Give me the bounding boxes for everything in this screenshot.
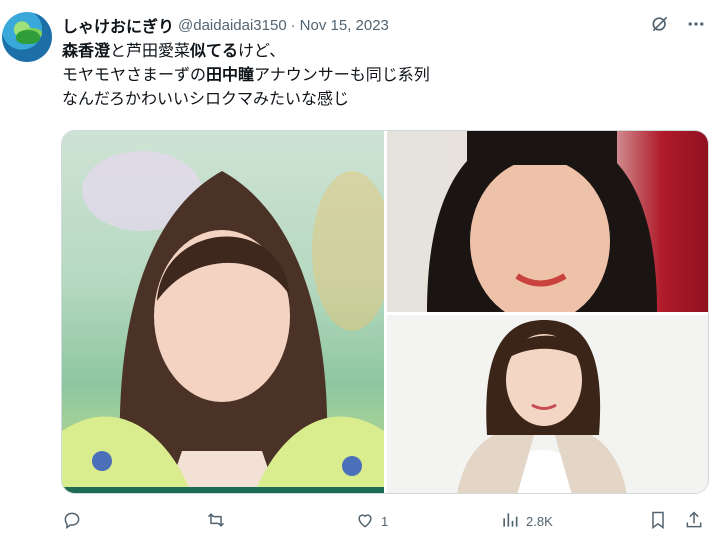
heart-icon (355, 510, 375, 533)
like-button[interactable]: 1 (355, 510, 388, 533)
views-icon (500, 510, 520, 533)
post-text-line-3: なんだろかわいいシロクマみたいな感じ (62, 88, 702, 112)
post-text-segment: けど、 (238, 43, 286, 60)
reply-icon (62, 510, 82, 533)
photo-bottom-right[interactable] (387, 315, 708, 493)
repost-button[interactable] (206, 510, 232, 533)
like-count: 1 (381, 514, 389, 529)
post-text-segment[interactable]: 森香澄 (62, 43, 110, 60)
post-text-segment[interactable]: 田中瞳 (206, 67, 254, 84)
post-text-segment[interactable]: 似てる (190, 43, 238, 60)
post-top-actions (649, 13, 707, 35)
post-date[interactable]: Nov 15, 2023 (300, 17, 389, 34)
bookmark-button[interactable] (648, 510, 668, 533)
post-text-segment: モヤモヤさまーずの (62, 67, 207, 84)
author-handle[interactable]: @daidaidai3150 (178, 17, 287, 34)
views-button[interactable]: 2.8K (500, 510, 553, 533)
post-text-line-1: 森香澄と芦田愛菜似てるけど、 (62, 40, 702, 64)
more-icon[interactable] (685, 13, 707, 35)
post-text-segment: なんだろかわいいシロクマみたいな感じ (62, 91, 350, 108)
photo-main[interactable] (62, 131, 384, 493)
author-name[interactable]: しゃけおにぎり (62, 13, 174, 37)
bookmark-icon (648, 510, 668, 533)
post-header: しゃけおにぎり @daidaidai3150 · Nov 15, 2023 (62, 13, 389, 37)
separator-dot: · (290, 16, 296, 34)
share-icon (684, 510, 704, 533)
reply-button[interactable] (62, 510, 88, 533)
post-text-segment: と芦田愛菜 (110, 43, 191, 60)
photo-top-right[interactable] (387, 131, 708, 312)
views-count: 2.8K (526, 514, 553, 529)
post-text-segment: アナウンサーも同じ系列 (254, 67, 430, 84)
post-actions: 1 2.8K (60, 510, 710, 536)
avatar[interactable] (2, 12, 52, 62)
post-text: 森香澄と芦田愛菜似てるけど、 モヤモヤさまーずの田中瞳アナウンサーも同じ系列 な… (62, 40, 702, 112)
post-text-line-2: モヤモヤさまーずの田中瞳アナウンサーも同じ系列 (62, 64, 702, 88)
share-button[interactable] (684, 510, 704, 533)
media-grid (61, 130, 709, 494)
repost-icon (206, 510, 226, 533)
grok-slash-icon[interactable] (649, 13, 671, 35)
